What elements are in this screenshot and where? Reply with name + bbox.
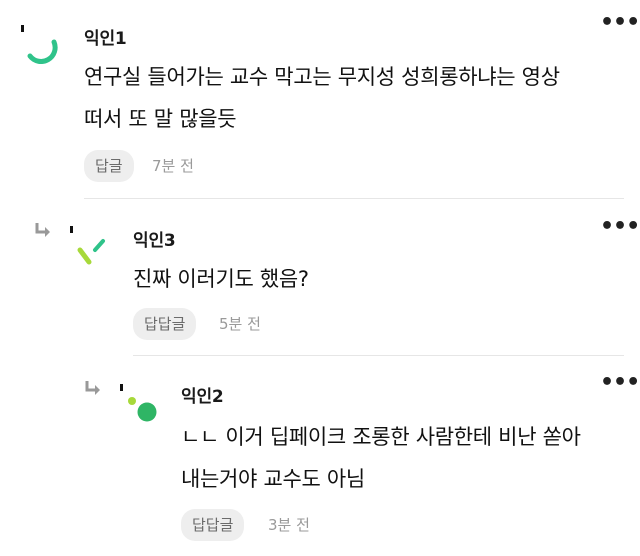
reply-arrow-icon — [84, 380, 102, 400]
comment-author: 익인2 — [181, 387, 224, 407]
more-dots-icon[interactable]: ••• — [600, 12, 640, 34]
comment-author: 익인1 — [84, 29, 127, 49]
reply-button[interactable]: 답답글 — [133, 308, 197, 340]
comment-text: 진짜 이러기도 했음? — [133, 258, 623, 300]
comment-text-line: 진짜 이러기도 했음? — [133, 267, 309, 291]
reply-button[interactable]: 답글 — [84, 150, 134, 182]
avatar[interactable] — [68, 224, 114, 270]
comment-time: 7분 전 — [152, 157, 194, 175]
comment-text: ㄴㄴ 이거 딥페이크 조롱한 사람한테 비난 쏟아 내는거야 교수도 아님 — [181, 416, 626, 500]
avatar[interactable] — [18, 22, 64, 64]
comment-time: 5분 전 — [219, 315, 261, 333]
divider — [84, 198, 624, 199]
comment-text-line: 내는거야 교수도 아님 — [181, 467, 365, 491]
comment-author: 익인3 — [133, 231, 176, 251]
reply-button[interactable]: 답답글 — [181, 509, 245, 541]
comment-text-line: 연구실 들어가는 교수 막고는 무지성 성희롱하냐는 영상 — [84, 65, 560, 89]
comment-text-line: ㄴㄴ 이거 딥페이크 조롱한 사람한테 비난 쏟아 — [181, 425, 581, 449]
more-dots-icon[interactable]: ••• — [600, 372, 640, 394]
comment-text-line: 떠서 또 말 많을듯 — [84, 107, 237, 131]
comment-time: 3분 전 — [268, 516, 310, 534]
reply-arrow-icon — [34, 222, 52, 242]
avatar[interactable] — [118, 382, 164, 428]
comment-item: 익인3 ••• 진짜 이러기도 했음? 답답글 5분 전 — [0, 200, 640, 356]
more-dots-icon[interactable]: ••• — [600, 216, 640, 238]
comment-item: 익인1 ••• 연구실 들어가는 교수 막고는 무지성 성희롱하냐는 영상 떠서… — [0, 0, 640, 200]
comment-text: 연구실 들어가는 교수 막고는 무지성 성희롱하냐는 영상 떠서 또 말 많을듯 — [84, 56, 624, 140]
comment-item: 익인2 ••• ㄴㄴ 이거 딥페이크 조롱한 사람한테 비난 쏟아 내는거야 교… — [0, 356, 640, 556]
